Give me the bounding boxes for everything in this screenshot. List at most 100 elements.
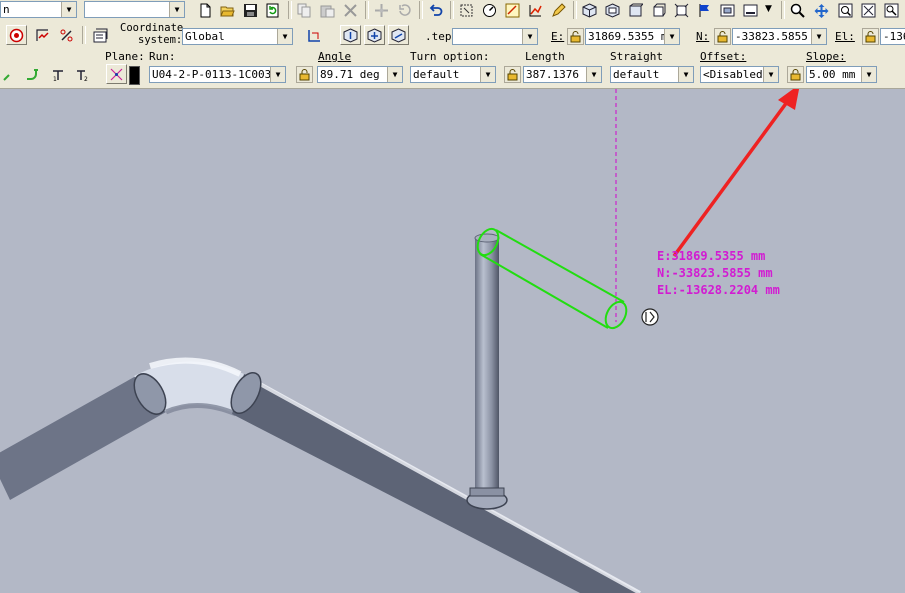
offset-select[interactable]: <Disabled> ▼ (700, 66, 779, 83)
slope-lock-button[interactable] (787, 66, 804, 83)
angle-label: Angle (318, 50, 352, 63)
layer-combo[interactable]: ▼ (84, 1, 185, 18)
chevron-down-icon[interactable]: ▼ (270, 67, 285, 82)
save-button[interactable] (240, 0, 261, 20)
paste-icon (320, 5, 335, 18)
flag-icon (699, 4, 709, 17)
route-options-button[interactable] (32, 25, 53, 45)
el-coordinate-value: -136 (883, 30, 905, 43)
zoom-button[interactable] (787, 0, 808, 20)
step-select[interactable]: ▼ (452, 28, 538, 45)
slope-percent-button[interactable] (56, 25, 77, 45)
slope-label: Slope: (806, 50, 846, 63)
axis-button[interactable] (304, 25, 325, 45)
rotate-button[interactable] (394, 0, 415, 20)
view-side-button[interactable] (648, 0, 669, 20)
move-button[interactable] (371, 0, 392, 20)
measure-button[interactable] (479, 0, 500, 20)
cursor-icon (641, 308, 659, 326)
cube-icon (653, 3, 666, 17)
branch-alt-tool-button[interactable]: 2 (72, 64, 93, 84)
view-front-button[interactable] (625, 0, 646, 20)
chevron-down-icon[interactable]: ▼ (861, 67, 876, 82)
chevron-down-icon[interactable]: ▼ (678, 67, 693, 82)
view-top-button[interactable] (602, 0, 623, 20)
frame-button[interactable] (717, 0, 738, 20)
el-lock-button[interactable] (862, 28, 879, 45)
turn-option-select[interactable]: default ▼ (410, 66, 496, 83)
snap-axis-button[interactable] (364, 25, 385, 45)
chevron-down-icon[interactable]: ▼ (387, 67, 402, 82)
3d-viewport[interactable]: E:31869.5355 mm N:-33823.5855 mm EL:-136… (0, 89, 905, 593)
chevron-down-icon[interactable]: ▼ (277, 29, 292, 44)
pencil-icon (552, 3, 566, 17)
readout-e: E:31869.5355 mm (657, 249, 766, 263)
delete-button[interactable] (340, 0, 361, 20)
properties-button[interactable] (90, 25, 111, 45)
angle-field[interactable]: 89.71 deg ▼ (317, 66, 403, 83)
target-button[interactable] (6, 25, 27, 45)
check-button[interactable] (502, 0, 523, 20)
zoom-area-button[interactable] (881, 0, 902, 20)
axis-icon (308, 30, 320, 42)
undo-button[interactable] (425, 0, 446, 20)
toolbar-separator (573, 1, 577, 19)
chevron-down-icon[interactable]: ▼ (61, 2, 76, 17)
slope-field[interactable]: 5.00 mm / m ▼ (806, 66, 877, 83)
top-left-combo[interactable]: n ▼ (0, 1, 77, 18)
straight-select[interactable]: default ▼ (610, 66, 694, 83)
delete-icon (344, 4, 357, 17)
chevron-down-icon[interactable]: ▼ (586, 67, 601, 82)
pan-button[interactable] (811, 0, 832, 20)
new-file-button[interactable] (195, 0, 216, 20)
branch-tool-button[interactable]: 1 (48, 64, 69, 84)
chevron-down-icon[interactable]: ▼ (763, 67, 778, 82)
pencil-button[interactable] (548, 0, 569, 20)
branch-alt-icon: 2 (77, 70, 88, 82)
snap-plane-button[interactable] (388, 25, 409, 45)
refresh-button[interactable] (262, 0, 283, 20)
run-select[interactable]: U04-2-P-0113-1C0031 ▼ (149, 66, 286, 83)
lock-icon (865, 31, 876, 43)
n-coordinate-field[interactable]: -33823.5855 mm ▼ (732, 28, 827, 45)
render-button[interactable] (740, 0, 761, 20)
el-coordinate-field[interactable]: -136 (880, 28, 905, 45)
chevron-down-icon[interactable]: ▼ (522, 29, 537, 44)
bend-tool-button[interactable] (0, 64, 21, 84)
view-iso-button[interactable] (579, 0, 600, 20)
color-swatch[interactable] (129, 66, 140, 85)
more-dropdown-button[interactable]: ▼ (762, 0, 776, 20)
open-button[interactable] (217, 0, 238, 20)
turn-option-label: Turn option: (410, 50, 490, 63)
run-value: U04-2-P-0113-1C0031 (152, 68, 278, 81)
coordinate-system-select[interactable]: Global ▼ (182, 28, 293, 45)
elbow-tool-button[interactable] (22, 64, 43, 84)
select-button[interactable] (456, 0, 477, 20)
new-file-icon (200, 3, 211, 18)
flag-button[interactable] (694, 0, 715, 20)
e-coordinate-field[interactable]: 31869.5355 mm ▼ (585, 28, 680, 45)
percent-icon (60, 29, 73, 42)
view-fit-button[interactable] (671, 0, 692, 20)
e-lock-button[interactable] (567, 28, 584, 45)
angle-lock-button[interactable] (296, 66, 313, 83)
toolbar-separator (288, 1, 292, 19)
chevron-down-icon[interactable]: ▼ (811, 29, 826, 44)
chevron-down-icon[interactable]: ▼ (480, 67, 495, 82)
copy-button[interactable] (294, 0, 315, 20)
chart-icon (529, 5, 542, 17)
zoom-window-button[interactable] (835, 0, 856, 20)
n-lock-button[interactable] (714, 28, 731, 45)
chart-button[interactable] (525, 0, 546, 20)
copy-icon (297, 3, 311, 18)
snap-point-button[interactable] (340, 25, 361, 45)
plane-button[interactable] (106, 64, 127, 84)
select-icon (460, 4, 473, 17)
chevron-down-icon[interactable]: ▼ (169, 2, 184, 17)
length-field[interactable]: 387.1376 mm ▼ (523, 66, 602, 83)
paste-button[interactable] (317, 0, 338, 20)
length-lock-button[interactable] (504, 66, 521, 83)
chevron-down-icon[interactable]: ▼ (664, 29, 679, 44)
zoom-icon (790, 3, 805, 18)
zoom-all-button[interactable] (858, 0, 879, 20)
